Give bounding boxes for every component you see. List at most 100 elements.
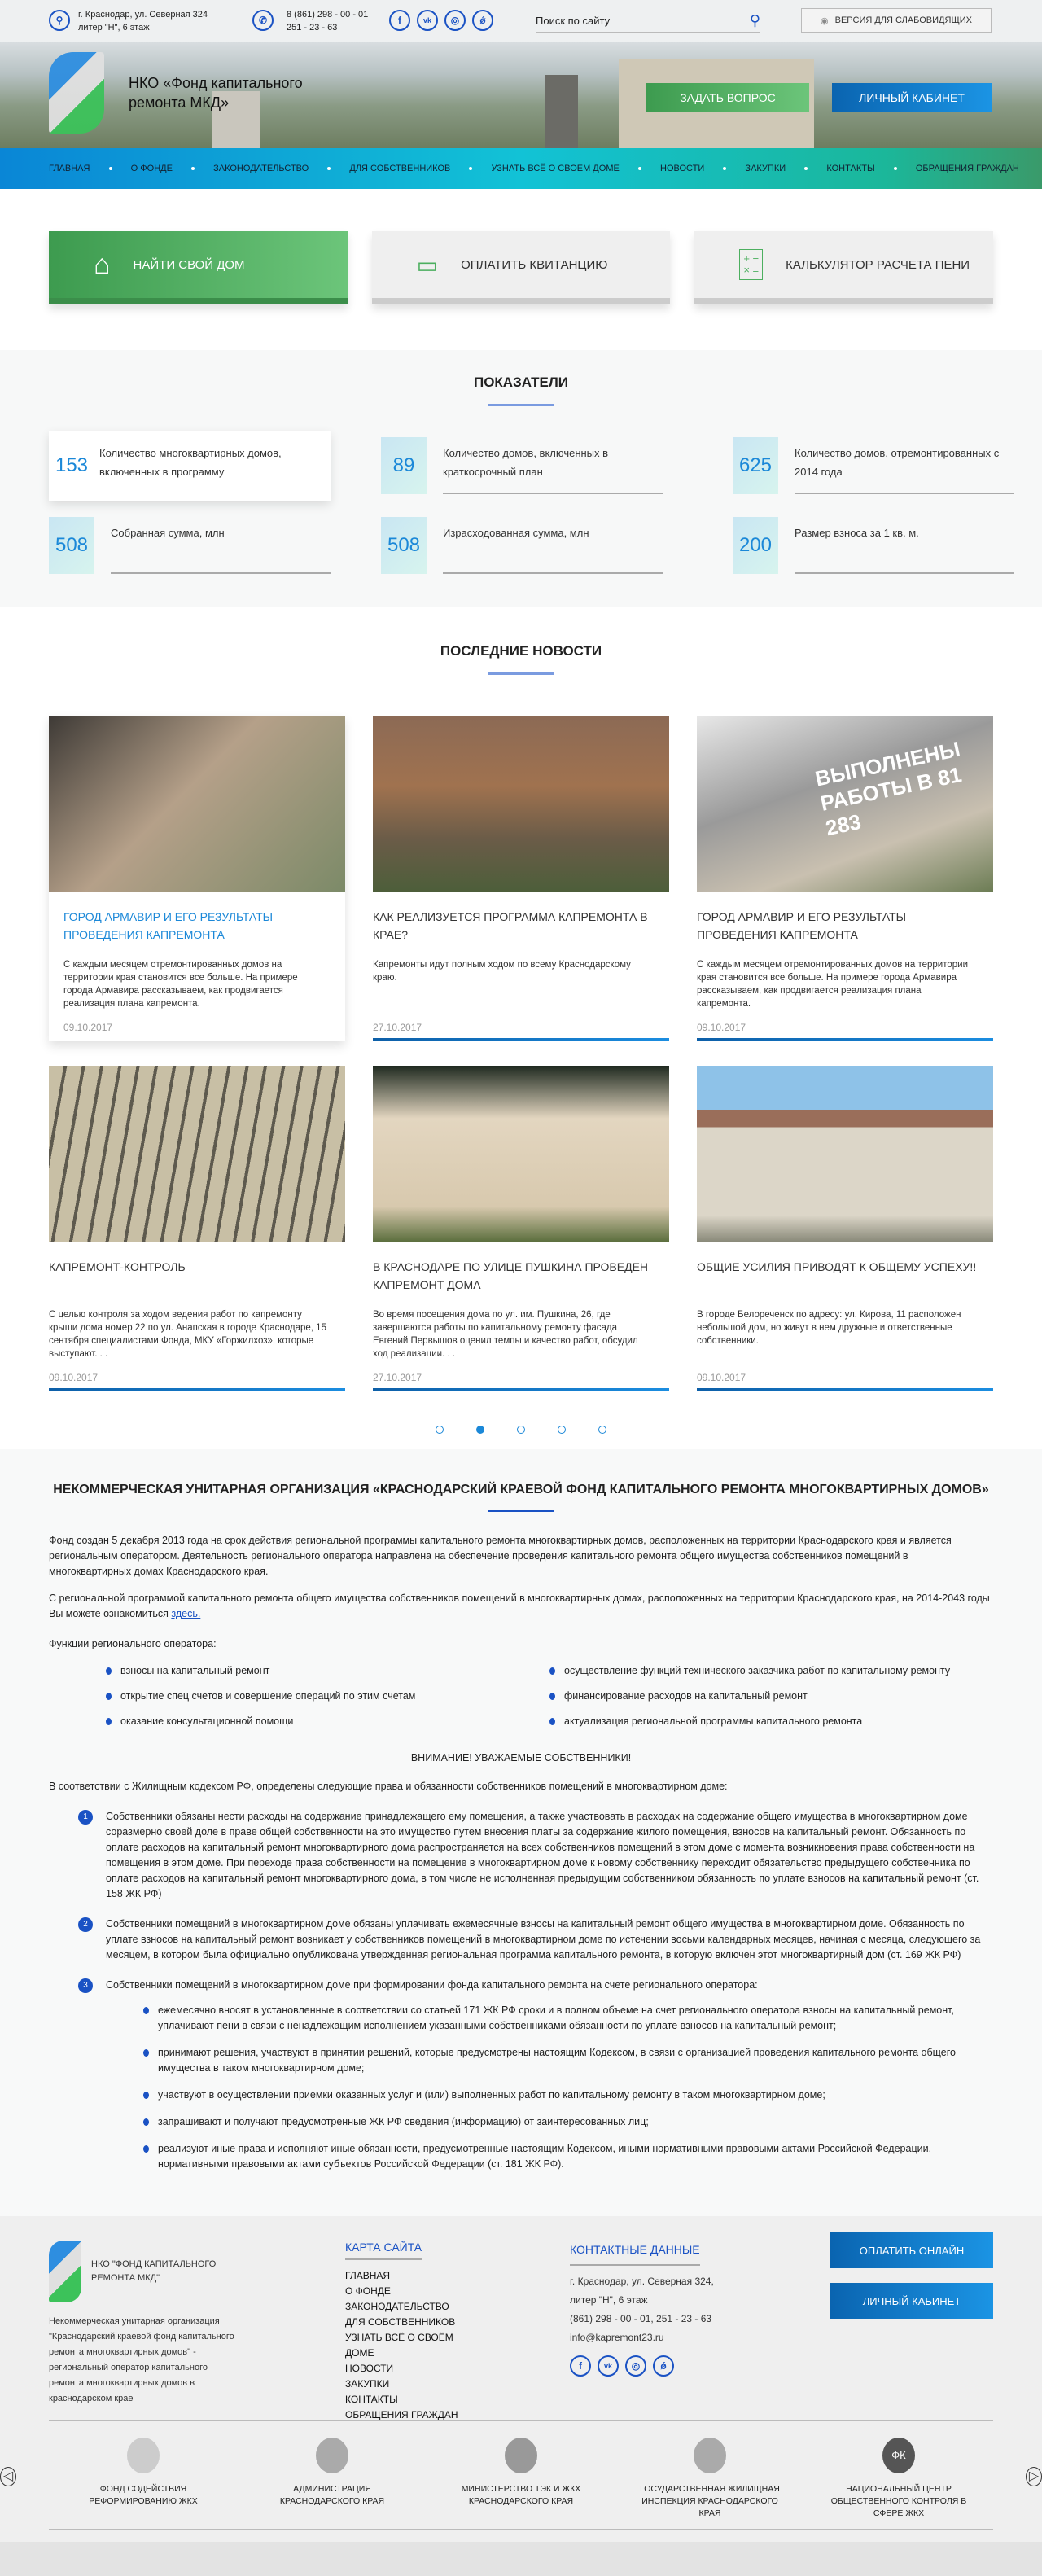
- stat-label: Количество многоквартирных домов, включе…: [99, 447, 282, 478]
- subrule-item: ежемесячно вносят в установленные в соот…: [143, 2003, 993, 2034]
- about-title: НЕКОММЕРЧЕСКАЯ УНИТАРНАЯ ОРГАНИЗАЦИЯ «КР…: [53, 1483, 989, 1496]
- news-card-title[interactable]: КАК РЕАЛИЗУЕТСЯ ПРОГРАММА КАПРЕМОНТА В К…: [373, 908, 656, 947]
- sitemap-link[interactable]: НОВОСТИ: [345, 2361, 467, 2377]
- news-image: ВЫПОЛНЕНЫ РАБОТЫ В 81 283: [697, 716, 993, 892]
- sitemap-link[interactable]: ЗАКУПКИ: [345, 2377, 467, 2392]
- footer-logo[interactable]: [49, 2241, 81, 2302]
- partner-item[interactable]: ФК НАЦИОНАЛЬНЫЙ ЦЕНТР ОБЩЕСТВЕННОГО КОНТР…: [821, 2438, 976, 2520]
- sitemap-link[interactable]: УЗНАТЬ ВСЁ О СВОЁМ ДОМЕ: [345, 2330, 467, 2361]
- ask-question-button[interactable]: ЗАДАТЬ ВОПРОС: [646, 83, 809, 112]
- news-card-text: В городе Белореченск по адресу: ул. Киро…: [697, 1310, 961, 1346]
- facebook-icon[interactable]: f: [389, 10, 410, 31]
- functions-title: Функции регионального оператора:: [49, 1638, 217, 1649]
- stat-label: Количество домов, отремонтированных с 20…: [795, 437, 1014, 494]
- accessibility-button[interactable]: ◉ ВЕРСИЯ ДЛЯ СЛАБОВИДЯЩИХ: [801, 8, 992, 33]
- news-card[interactable]: ОБЩИЕ УСИЛИЯ ПРИВОДЯТ К ОБЩЕМУ УСПЕХУ!! В…: [697, 1066, 993, 1391]
- news-card-text: Капремонты идут полным ходом по всему Кр…: [373, 960, 631, 983]
- partner-name: МИНИСТЕРСТВО ТЭК И ЖКХ КРАСНОДАРСКОГО КР…: [461, 2484, 581, 2506]
- sitemap-link[interactable]: ЗАКОНОДАТЕЛЬСТВО: [345, 2299, 467, 2315]
- news-card-title[interactable]: КАПРЕМОНТ-КОНТРОЛЬ: [49, 1258, 332, 1297]
- news-card-title[interactable]: ОБЩИЕ УСИЛИЯ ПРИВОДЯТ К ОБЩЕМУ УСПЕХУ!!: [697, 1258, 980, 1297]
- title-underline: [488, 1510, 554, 1512]
- nav-news[interactable]: НОВОСТИ: [660, 164, 704, 173]
- news-card-title[interactable]: ГОРОД АРМАВИР И ЕГО РЕЗУЛЬТАТЫ ПРОВЕДЕНИ…: [49, 908, 332, 947]
- news-card[interactable]: КАПРЕМОНТ-КОНТРОЛЬ С целью контроля за хо…: [49, 1066, 345, 1391]
- nav-separator: [804, 167, 808, 170]
- footer-org-name: НКО "ФОНД КАПИТАЛЬНОГО РЕМОНТА МКД": [91, 2259, 217, 2283]
- nav-legislation[interactable]: ЗАКОНОДАТЕЛЬСТВО: [213, 164, 309, 173]
- card-accent-bar: [373, 1388, 669, 1391]
- personal-cabinet-button[interactable]: ЛИЧНЫЙ КАБИНЕТ: [832, 83, 992, 112]
- subrule-item: запрашивают и получают предусмотренные Ж…: [143, 2114, 993, 2130]
- search-icon[interactable]: ⚲: [750, 12, 760, 29]
- stat-item: 153 Количество многоквартирных домов, вкл…: [49, 431, 331, 501]
- footer: НКО "ФОНД КАПИТАЛЬНОГО РЕМОНТА МКД" Неко…: [0, 2216, 1042, 2542]
- footer-org-desc: Некоммерческая унитарная организация "Кр…: [49, 2316, 234, 2403]
- instagram-icon[interactable]: ◎: [625, 2355, 646, 2377]
- news-card-title[interactable]: ГОРОД АРМАВИР И ЕГО РЕЗУЛЬТАТЫ ПРОВЕДЕНИ…: [697, 908, 980, 947]
- sitemap: КАРТА САЙТА ГЛАВНАЯ О ФОНДЕ ЗАКОНОДАТЕЛЬ…: [345, 2241, 467, 2423]
- nav-home[interactable]: ГЛАВНАЯ: [49, 164, 90, 173]
- facebook-icon[interactable]: f: [570, 2355, 591, 2377]
- news-card[interactable]: ГОРОД АРМАВИР И ЕГО РЕЗУЛЬТАТЫ ПРОВЕДЕНИ…: [49, 716, 345, 1041]
- vk-icon[interactable]: vk: [598, 2355, 619, 2377]
- page-dot[interactable]: [558, 1426, 566, 1434]
- instagram-icon[interactable]: ◎: [444, 10, 466, 31]
- pay-online-button[interactable]: ОПЛАТИТЬ ОНЛАЙН: [830, 2232, 993, 2268]
- partner-logo: ФК: [882, 2438, 915, 2473]
- stat-value: 200: [733, 517, 778, 574]
- sitemap-link[interactable]: КОНТАКТЫ: [345, 2392, 467, 2407]
- pay-receipt-button[interactable]: ▭ ОПЛАТИТЬ КВИТАНЦИЮ: [371, 231, 671, 304]
- nav-separator: [108, 167, 112, 170]
- image-caption: ВЫПОЛНЕНЫ РАБОТЫ В 81 283: [812, 736, 964, 841]
- partner-item[interactable]: АДМИНИСТРАЦИЯ КРАСНОДАРСКОГО КРАЯ: [255, 2438, 409, 2508]
- footer-org: НКО "ФОНД КАПИТАЛЬНОГО РЕМОНТА МКД" Неко…: [49, 2241, 244, 2407]
- nav-contacts[interactable]: КОНТАКТЫ: [826, 164, 874, 173]
- number-badge: 2: [78, 1917, 93, 1932]
- calculator-label: КАЛЬКУЛЯТОР РАСЧЕТА ПЕНИ: [786, 257, 970, 272]
- search-input[interactable]: Поиск по сайту ⚲: [536, 10, 760, 33]
- nav-procurement[interactable]: ЗАКУПКИ: [745, 164, 786, 173]
- news-card[interactable]: ВЫПОЛНЕНЫ РАБОТЫ В 81 283 ГОРОД АРМАВИР И…: [697, 716, 993, 1041]
- rule-text: Собственники помещений в многоквартирном…: [106, 1979, 758, 1991]
- news-card[interactable]: КАК РЕАЛИЗУЕТСЯ ПРОГРАММА КАПРЕМОНТА В К…: [373, 716, 669, 1041]
- page-dot[interactable]: [436, 1426, 444, 1434]
- nav-owners[interactable]: ДЛЯ СОБСТВЕННИКОВ: [349, 164, 450, 173]
- find-house-label: НАЙТИ СВОЙ ДОМ: [133, 257, 245, 272]
- footer-email[interactable]: info@kapremont23.ru: [570, 2328, 714, 2347]
- news-card-title[interactable]: В КРАСНОДАРЕ ПО УЛИЦЕ ПУШКИНА ПРОВЕДЕН К…: [373, 1258, 656, 1297]
- sitemap-link[interactable]: О ФОНДЕ: [345, 2284, 467, 2299]
- find-house-button[interactable]: ⌂ НАЙТИ СВОЙ ДОМ: [49, 231, 348, 304]
- sitemap-link[interactable]: ДЛЯ СОБСТВЕННИКОВ: [345, 2315, 467, 2330]
- rule-item: 1 Собственники обязаны нести расходы на с…: [49, 1809, 993, 1902]
- card-accent-bar: [49, 1388, 345, 1391]
- partner-item[interactable]: ФОНД СОДЕЙСТВИЯ РЕФОРМИРОВАНИЮ ЖКХ: [66, 2438, 221, 2508]
- carousel-prev-icon[interactable]: ◁: [0, 2467, 16, 2486]
- odnoklassniki-icon[interactable]: ǿ: [472, 10, 493, 31]
- news-card-text: С каждым месяцем отремонтированных домов…: [63, 960, 298, 1009]
- logo[interactable]: [49, 52, 104, 134]
- partner-item[interactable]: МИНИСТЕРСТВО ТЭК И ЖКХ КРАСНОДАРСКОГО КР…: [444, 2438, 598, 2508]
- news-card[interactable]: В КРАСНОДАРЕ ПО УЛИЦЕ ПУШКИНА ПРОВЕДЕН К…: [373, 1066, 669, 1391]
- odnoklassniki-icon[interactable]: ǿ: [653, 2355, 674, 2377]
- sitemap-link[interactable]: ГЛАВНАЯ: [345, 2268, 467, 2284]
- news-card-date: 27.10.2017: [373, 1372, 422, 1383]
- footer-cabinet-button[interactable]: ЛИЧНЫЙ КАБИНЕТ: [830, 2283, 993, 2319]
- vk-icon[interactable]: vk: [417, 10, 438, 31]
- nav-appeals[interactable]: ОБРАЩЕНИЯ ГРАЖДАН: [916, 164, 1019, 173]
- number-badge: 1: [78, 1810, 93, 1825]
- news-card-date: 09.10.2017: [49, 1372, 99, 1383]
- phone-1: 8 (861) 298 - 00 - 01: [287, 10, 369, 20]
- subrule-item: участвуют в осуществлении приемки оказан…: [143, 2088, 993, 2103]
- nav-separator: [327, 167, 331, 170]
- nav-about[interactable]: О ФОНДЕ: [131, 164, 173, 173]
- nav-my-house[interactable]: УЗНАТЬ ВСЁ О СВОЕМ ДОМЕ: [492, 164, 620, 173]
- carousel-next-icon[interactable]: ▷: [1026, 2467, 1042, 2486]
- program-link[interactable]: здесь.: [171, 1608, 200, 1619]
- page-dot[interactable]: [517, 1426, 525, 1434]
- penalty-calculator-button[interactable]: + − × = КАЛЬКУЛЯТОР РАСЧЕТА ПЕНИ: [694, 231, 994, 304]
- page-dot-active[interactable]: [476, 1426, 484, 1434]
- page-dot[interactable]: [598, 1426, 606, 1434]
- partner-item[interactable]: ГОСУДАРСТВЕННАЯ ЖИЛИЩНАЯ ИНСПЕКЦИЯ КРАСН…: [633, 2438, 787, 2520]
- pay-receipt-label: ОПЛАТИТЬ КВИТАНЦИЮ: [461, 257, 608, 272]
